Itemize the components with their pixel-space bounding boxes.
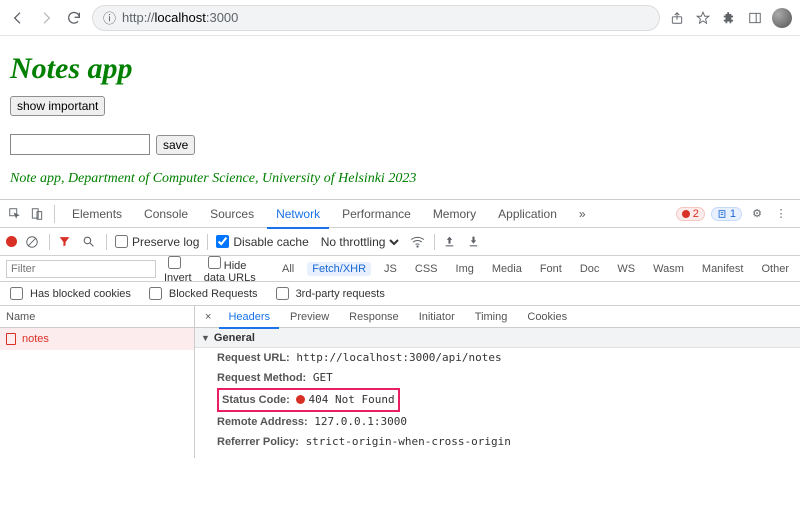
network-filters: Invert Hide data URLs All Fetch/XHR JS C… xyxy=(0,256,800,282)
page-content: Notes app show important save Note app, … xyxy=(0,36,800,199)
save-button[interactable]: save xyxy=(156,135,195,155)
address-bar[interactable]: ⓘ http://localhost:3000 xyxy=(92,5,660,31)
filter-input[interactable] xyxy=(6,260,156,278)
url-rest: :3000 xyxy=(206,10,239,25)
kv-request-url: Request URL: http://localhost:3000/api/n… xyxy=(195,348,800,368)
rtype-manifest[interactable]: Manifest xyxy=(697,262,749,276)
url-host: localhost xyxy=(155,10,206,25)
info-count-badge[interactable]: 1 xyxy=(711,207,742,221)
invert-checkbox[interactable]: Invert xyxy=(164,256,196,282)
site-info-icon[interactable]: ⓘ xyxy=(103,8,116,27)
tab-console[interactable]: Console xyxy=(135,200,197,228)
request-row-notes[interactable]: notes xyxy=(0,328,194,350)
network-body: Name notes × Headers Preview Response In… xyxy=(0,306,800,458)
panel-icon[interactable] xyxy=(746,9,764,27)
page-title: Notes app xyxy=(10,52,790,86)
note-input[interactable] xyxy=(10,134,150,155)
kv-request-method: Request Method: GET xyxy=(195,368,800,388)
devtools-tabbar: Elements Console Sources Network Perform… xyxy=(0,200,800,228)
rtype-media[interactable]: Media xyxy=(487,262,527,276)
tab-more[interactable]: » xyxy=(570,200,595,228)
clear-button[interactable] xyxy=(25,235,41,249)
upload-icon[interactable] xyxy=(443,235,459,248)
share-icon[interactable] xyxy=(668,9,686,27)
error-count-badge[interactable]: 2 xyxy=(676,207,705,221)
detail-tab-timing[interactable]: Timing xyxy=(466,306,517,328)
download-icon[interactable] xyxy=(467,235,483,248)
throttling-select[interactable]: No throttling xyxy=(317,234,402,250)
tab-elements[interactable]: Elements xyxy=(63,200,131,228)
blocked-cookies-checkbox[interactable]: Has blocked cookies xyxy=(6,284,131,303)
rtype-font[interactable]: Font xyxy=(535,262,567,276)
page-footer: Note app, Department of Computer Science… xyxy=(10,171,790,187)
request-list: Name notes xyxy=(0,306,195,458)
third-party-checkbox[interactable]: 3rd-party requests xyxy=(272,284,385,303)
hide-data-urls-checkbox[interactable]: Hide data URLs xyxy=(204,256,269,282)
bookmark-icon[interactable] xyxy=(694,9,712,27)
rtype-img[interactable]: Img xyxy=(451,262,479,276)
tab-performance[interactable]: Performance xyxy=(333,200,420,228)
disable-cache-checkbox[interactable]: Disable cache xyxy=(216,235,308,249)
rtype-all[interactable]: All xyxy=(277,262,299,276)
device-icon[interactable] xyxy=(28,205,46,223)
detail-tab-initiator[interactable]: Initiator xyxy=(410,306,464,328)
kebab-icon[interactable]: ⋮ xyxy=(772,205,790,223)
browser-toolbar: ⓘ http://localhost:3000 xyxy=(0,0,800,36)
tab-network[interactable]: Network xyxy=(267,201,329,229)
detail-tab-preview[interactable]: Preview xyxy=(281,306,338,328)
rtype-js[interactable]: JS xyxy=(379,262,402,276)
settings-icon[interactable]: ⚙ xyxy=(748,205,766,223)
status-dot-icon xyxy=(296,395,305,404)
forward-button[interactable] xyxy=(36,8,56,28)
devtools-panel: Elements Console Sources Network Perform… xyxy=(0,199,800,458)
request-detail: × Headers Preview Response Initiator Tim… xyxy=(195,306,800,458)
preserve-log-checkbox[interactable]: Preserve log xyxy=(115,235,199,249)
detail-tabbar: × Headers Preview Response Initiator Tim… xyxy=(195,306,800,328)
rtype-ws[interactable]: WS xyxy=(612,262,640,276)
record-button[interactable] xyxy=(6,236,17,247)
kv-remote-address: Remote Address: 127.0.0.1:3000 xyxy=(195,412,800,432)
detail-tab-response[interactable]: Response xyxy=(340,306,408,328)
url-scheme: http:// xyxy=(122,10,155,25)
rtype-fetchxhr[interactable]: Fetch/XHR xyxy=(307,262,371,276)
kv-referrer-policy: Referrer Policy: strict-origin-when-cros… xyxy=(195,432,800,452)
blocked-requests-checkbox[interactable]: Blocked Requests xyxy=(145,284,258,303)
extensions-icon[interactable] xyxy=(720,9,738,27)
inspect-icon[interactable] xyxy=(6,205,24,223)
general-section-header[interactable]: ▼General xyxy=(195,328,800,348)
reload-button[interactable] xyxy=(64,8,84,28)
detail-tab-cookies[interactable]: Cookies xyxy=(518,306,576,328)
tab-sources[interactable]: Sources xyxy=(201,200,263,228)
profile-avatar[interactable] xyxy=(772,8,792,28)
close-detail-icon[interactable]: × xyxy=(199,311,217,323)
kv-status-code: Status Code: 404 Not Found xyxy=(195,388,800,412)
file-icon xyxy=(6,333,16,345)
tab-memory[interactable]: Memory xyxy=(424,200,485,228)
show-important-button[interactable]: show important xyxy=(10,96,105,116)
filter-icon[interactable] xyxy=(58,235,74,248)
wifi-icon[interactable] xyxy=(410,234,426,249)
network-controls: Preserve log Disable cache No throttling xyxy=(0,228,800,256)
tab-application[interactable]: Application xyxy=(489,200,566,228)
rtype-wasm[interactable]: Wasm xyxy=(648,262,689,276)
rtype-css[interactable]: CSS xyxy=(410,262,443,276)
rtype-other[interactable]: Other xyxy=(756,262,794,276)
back-button[interactable] xyxy=(8,8,28,28)
name-column-header[interactable]: Name xyxy=(0,306,194,328)
detail-tab-headers[interactable]: Headers xyxy=(219,307,279,329)
search-icon[interactable] xyxy=(82,235,98,248)
request-name: notes xyxy=(22,333,49,345)
rtype-doc[interactable]: Doc xyxy=(575,262,605,276)
network-filters-2: Has blocked cookies Blocked Requests 3rd… xyxy=(0,282,800,306)
